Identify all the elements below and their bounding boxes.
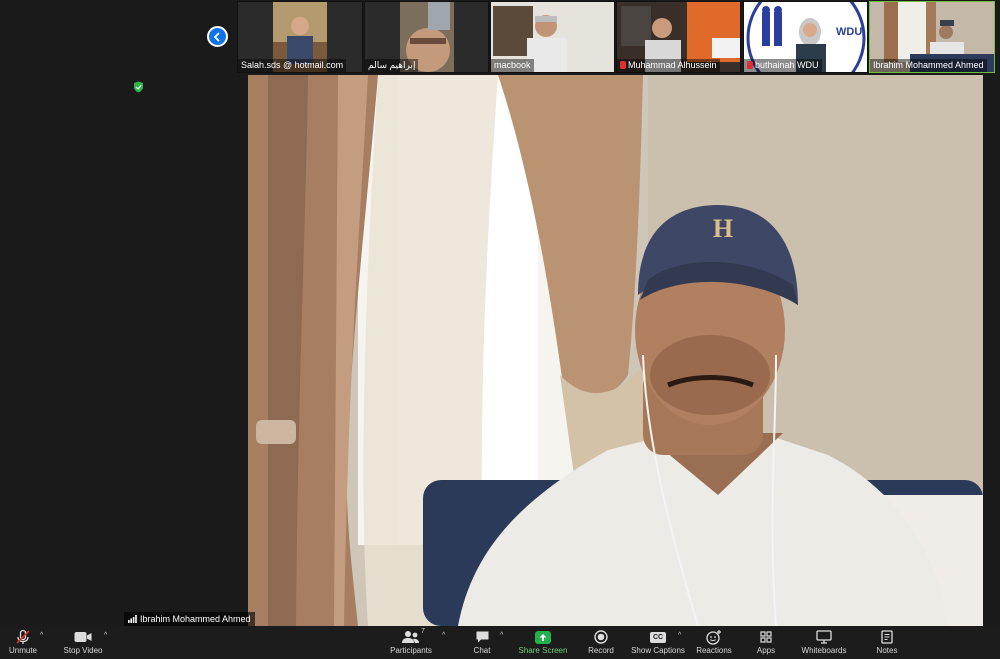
cap-logo-letter: H (713, 214, 733, 243)
participant-tile-1[interactable]: Salah.sds @ hotmail.com (237, 1, 363, 73)
chat-bubble-icon (476, 631, 488, 643)
participant-name: Salah.sds @ hotmail.com (238, 59, 347, 72)
participant-name: buthainah WDU (744, 59, 822, 72)
participant-name: macbook (491, 59, 534, 72)
participant-name-text: Muhammad Alhussein (628, 60, 717, 70)
meeting-stage: Salah.sds @ hotmail.com إبراهيم سالم mac… (0, 0, 1000, 627)
wdu-logo-text: WDU (836, 26, 863, 38)
video-camera-icon (74, 632, 92, 642)
notes-label: Notes (876, 646, 898, 655)
whiteboard-icon (816, 630, 832, 644)
record-button[interactable]: Record (585, 628, 617, 658)
signal-strength-icon (128, 615, 137, 623)
closed-captions-icon: CC (650, 631, 666, 643)
unmute-button[interactable]: Unmute (6, 628, 40, 658)
participant-tile-5[interactable]: WDU buthainah WDU (743, 1, 868, 73)
active-speaker-name-tag: Ibrahim Mohammed Ahmed (124, 612, 255, 627)
share-screen-label: Share Screen (518, 646, 568, 655)
reactions-label: Reactions (696, 646, 732, 655)
participants-label: Participants (390, 646, 432, 655)
previous-page-button[interactable] (207, 26, 228, 47)
muted-mic-icon (747, 61, 753, 69)
chat-button[interactable]: Chat (468, 628, 496, 658)
video-options-caret-icon[interactable]: ^ (104, 632, 107, 639)
stop-video-button[interactable]: Stop Video (60, 628, 106, 658)
audio-options-caret-icon[interactable]: ^ (40, 632, 43, 639)
participants-count-badge: 7 (421, 628, 425, 635)
participant-tile-2[interactable]: إبراهيم سالم (364, 1, 489, 73)
whiteboards-label: Whiteboards (801, 646, 847, 655)
muted-microphone-icon (16, 629, 30, 644)
participant-tile-6-active-speaker[interactable]: Ibrahim Mohammed Ahmed (869, 1, 995, 73)
notes-icon (881, 630, 893, 644)
participant-name-text: buthainah WDU (755, 60, 819, 70)
notes-button[interactable]: Notes (873, 628, 901, 658)
apps-icon (760, 631, 772, 643)
whiteboards-button[interactable]: Whiteboards (799, 628, 849, 658)
muted-mic-icon (620, 61, 626, 69)
participant-tile-3[interactable]: macbook (490, 1, 615, 73)
unmute-label: Unmute (8, 646, 37, 655)
participant-name: Ibrahim Mohammed Ahmed (870, 59, 987, 72)
speaker-video-frame: H (248, 75, 983, 626)
reactions-smiley-icon (706, 630, 721, 645)
participant-name: إبراهيم سالم (365, 59, 419, 72)
active-speaker-name: Ibrahim Mohammed Ahmed (140, 614, 251, 624)
share-screen-button[interactable]: Share Screen (518, 628, 568, 658)
captions-options-caret-icon[interactable]: ^ (678, 632, 681, 639)
participant-tile-4[interactable]: Muhammad Alhussein (616, 1, 741, 73)
apps-button[interactable]: Apps (752, 628, 780, 658)
chat-options-caret-icon[interactable]: ^ (500, 632, 503, 639)
reactions-button[interactable]: Reactions (695, 628, 733, 658)
meeting-toolbar: Unmute ^ Stop Video ^ Participants 7 ^ C… (0, 626, 1000, 659)
chevron-left-icon (213, 31, 220, 42)
active-speaker-video: H (248, 75, 983, 626)
stop-video-label: Stop Video (63, 646, 103, 655)
show-captions-label: Show Captions (631, 646, 685, 655)
participants-button[interactable]: Participants (388, 628, 434, 658)
record-label: Record (588, 646, 614, 655)
chat-label: Chat (473, 646, 491, 655)
participants-options-caret-icon[interactable]: ^ (442, 632, 445, 639)
share-screen-arrow-icon (535, 630, 551, 644)
encryption-shield-icon[interactable] (133, 81, 144, 93)
apps-label: Apps (756, 646, 776, 655)
participants-icon (402, 631, 419, 643)
participant-name: Muhammad Alhussein (617, 59, 720, 72)
record-icon (594, 630, 608, 644)
